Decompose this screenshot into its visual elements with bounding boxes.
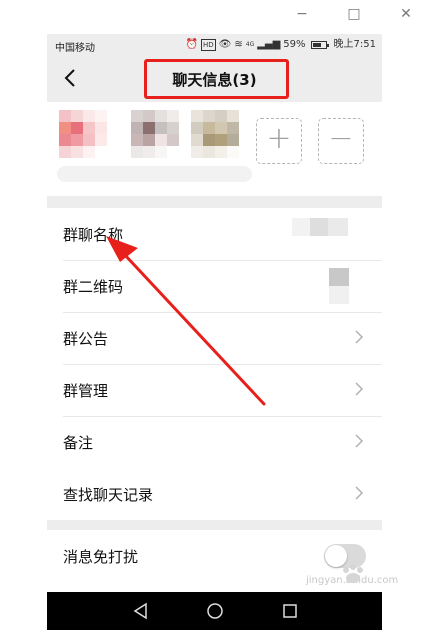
- screenshot-frame: − □ ✕ 中国移动 ⏰ HD 👁 ≋ 4G ▂▄▆ 59% 晚上7:51 聊天…: [0, 0, 426, 630]
- red-annotation-arrow: [106, 236, 266, 406]
